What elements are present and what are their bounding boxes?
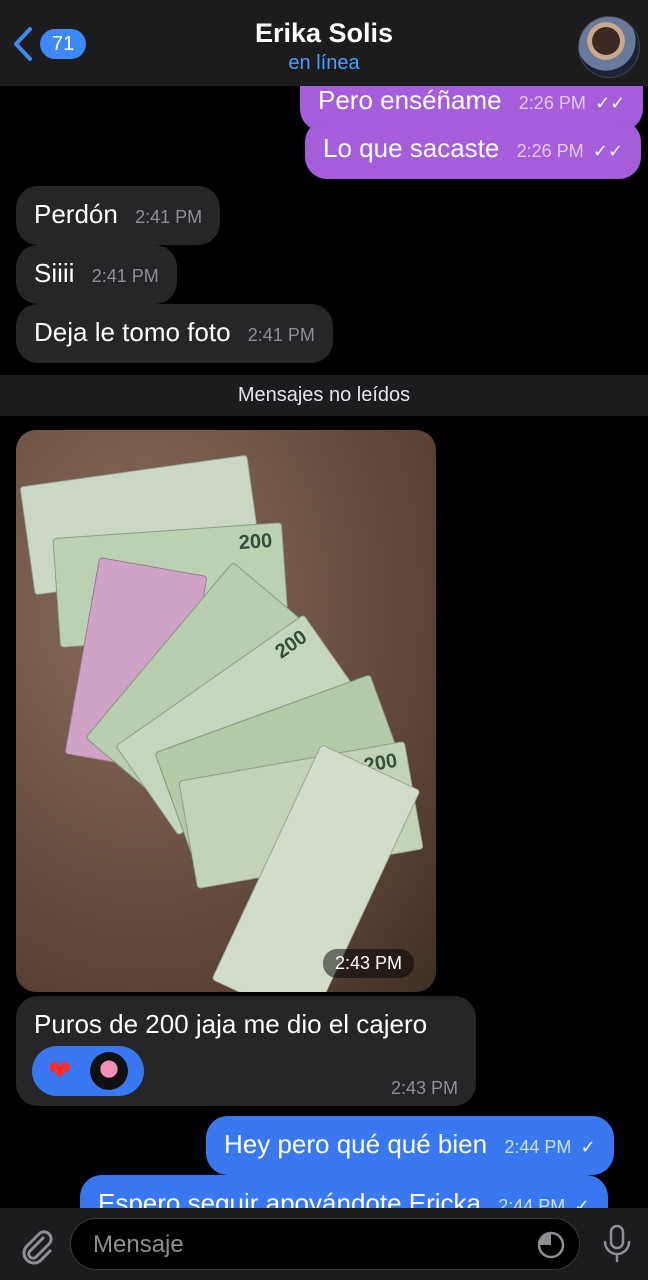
message-reactions[interactable]: ❤ xyxy=(32,1046,144,1096)
reaction-avatar xyxy=(90,1052,128,1090)
message-input-bar: Mensaje xyxy=(0,1208,648,1280)
message-time: 2:43 PM xyxy=(390,1078,458,1098)
message-text: Pero enséñame xyxy=(318,85,502,115)
message-incoming[interactable]: Siiii 2:41 PM xyxy=(16,245,177,304)
message-incoming[interactable]: Deja le tomo foto 2:41 PM xyxy=(16,304,333,363)
message-photo[interactable]: 200 200 200 2:43 PM xyxy=(16,430,436,992)
sticker-icon[interactable] xyxy=(537,1231,565,1259)
contact-avatar[interactable] xyxy=(578,16,640,78)
message-text: Deja le tomo foto xyxy=(34,317,231,347)
message-time: 2:26 PM xyxy=(516,141,584,161)
check-icon: ✓ xyxy=(580,1137,596,1157)
message-outgoing[interactable]: Lo que sacaste 2:26 PM ✓✓ xyxy=(305,120,642,179)
paperclip-icon[interactable] xyxy=(16,1226,56,1266)
contact-name[interactable]: Erika Solis xyxy=(0,18,648,49)
message-input-placeholder: Mensaje xyxy=(93,1231,184,1258)
double-check-icon: ✓✓ xyxy=(595,93,626,113)
message-text: Perdón xyxy=(34,199,118,229)
message-time: 2:26 PM xyxy=(518,93,586,113)
message-text: Lo que sacaste xyxy=(323,133,500,163)
message-text: Puros de 200 jaja me dio el cajero xyxy=(34,1009,428,1039)
chat-header: 71 Erika Solis en línea xyxy=(0,0,648,86)
double-check-icon: ✓✓ xyxy=(592,141,624,161)
heart-icon: ❤ xyxy=(48,1055,72,1086)
banknote-label: 200 xyxy=(271,626,312,664)
contact-status: en línea xyxy=(288,52,360,74)
banknote-label: 200 xyxy=(238,529,273,555)
message-time: 2:41 PM xyxy=(135,207,203,227)
message-outgoing[interactable]: Hey pero qué qué bien 2:44 PM ✓ xyxy=(206,1116,614,1175)
photo-time: 2:43 PM xyxy=(322,949,414,978)
message-incoming[interactable]: Perdón 2:41 PM xyxy=(16,186,221,245)
microphone-icon[interactable] xyxy=(600,1224,634,1264)
unread-messages-divider: Mensajes no leídos xyxy=(0,375,648,416)
message-time: 2:41 PM xyxy=(247,325,315,345)
message-text: Hey pero qué qué bien xyxy=(224,1129,488,1159)
message-text: Siiii xyxy=(34,258,75,288)
message-time: 2:44 PM xyxy=(504,1137,572,1157)
message-time: 2:41 PM xyxy=(91,266,159,286)
message-input[interactable]: Mensaje xyxy=(70,1218,580,1270)
